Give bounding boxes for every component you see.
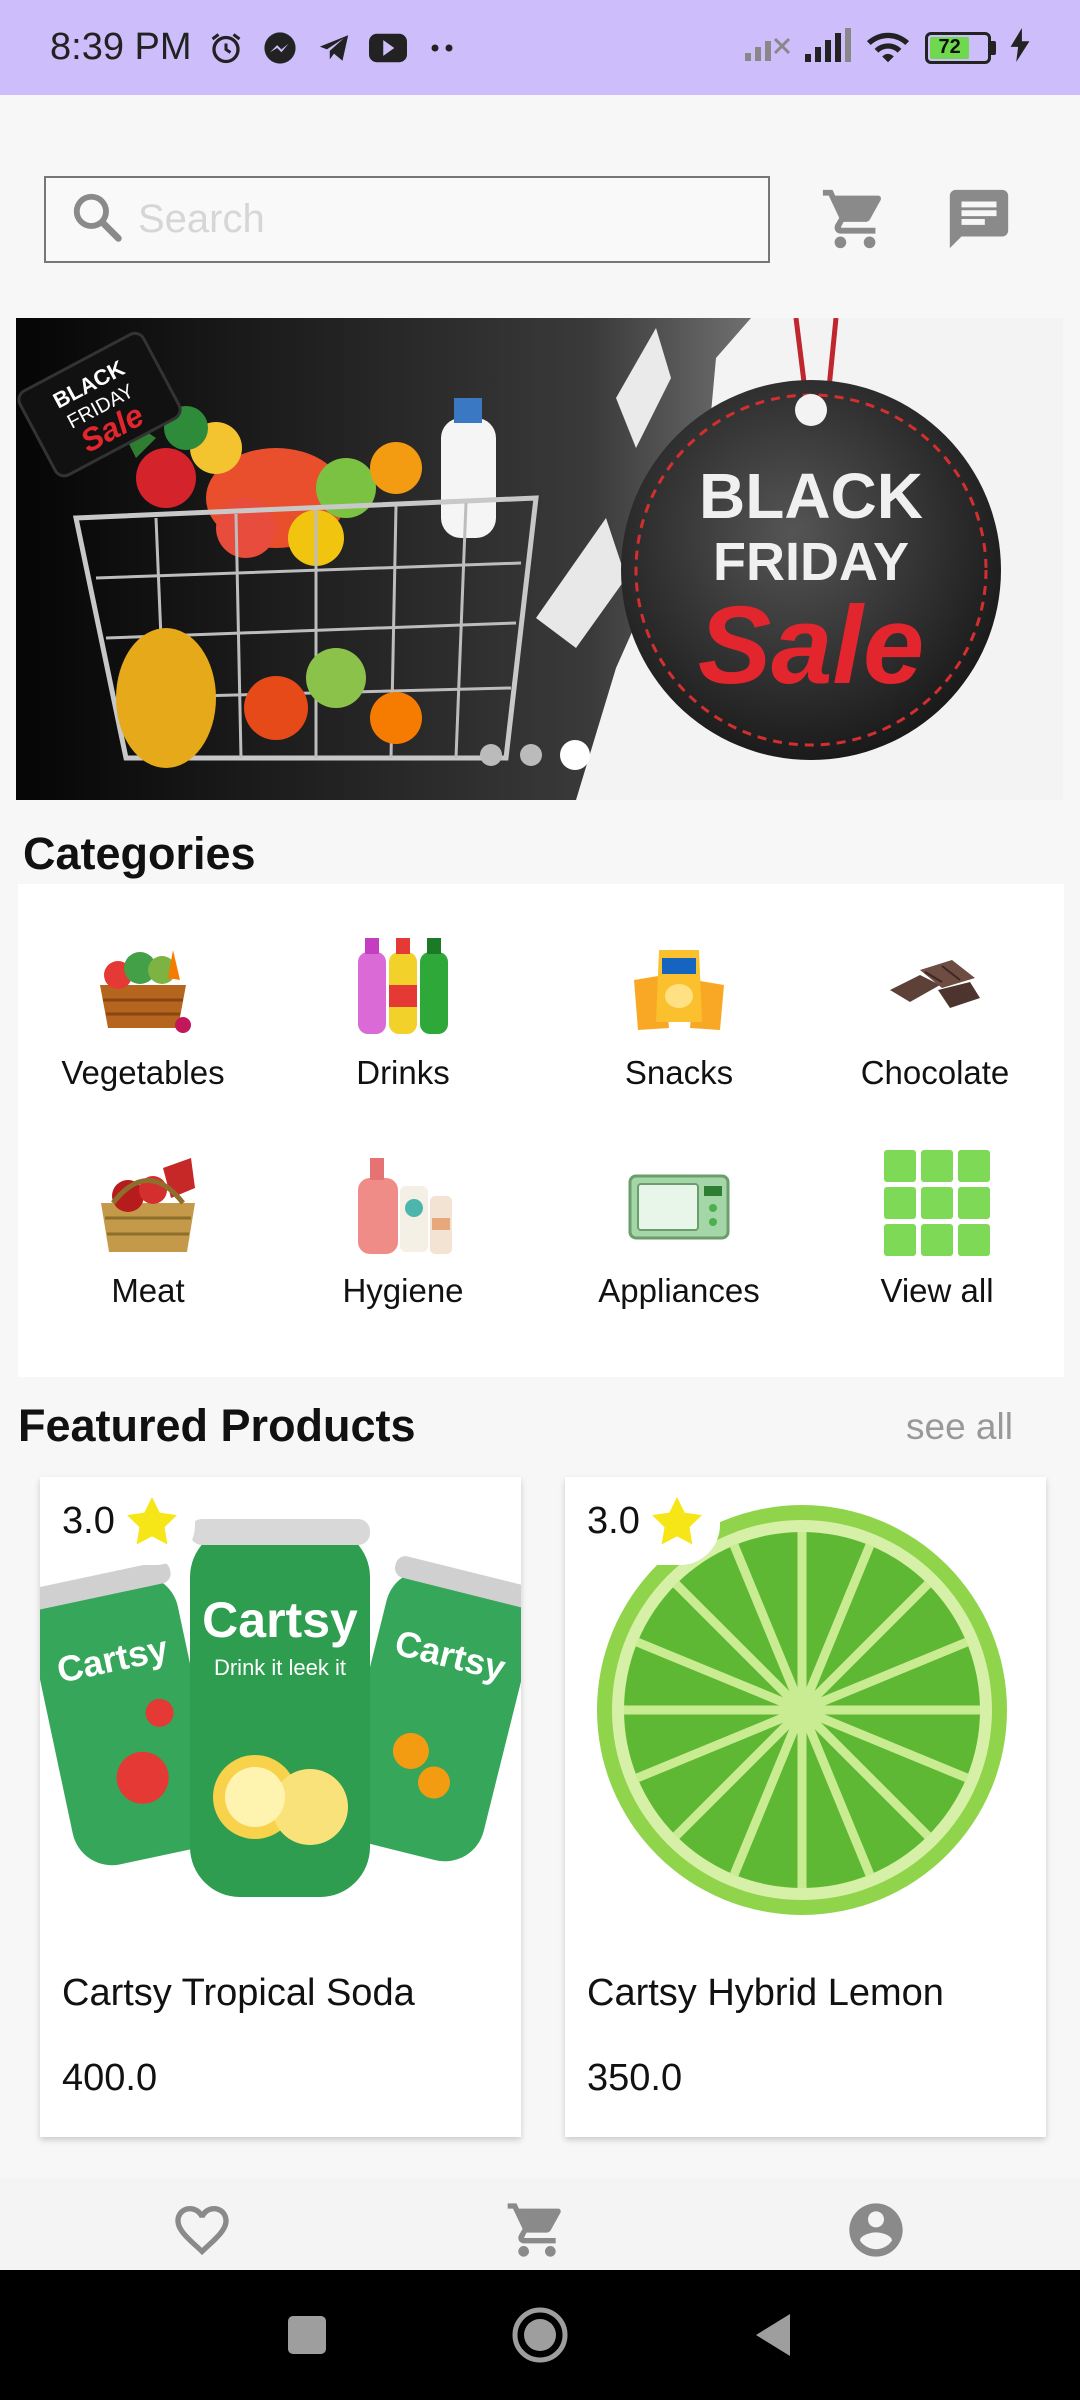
- signal-weak-icon: [745, 29, 791, 66]
- recents-button[interactable]: [272, 2300, 342, 2370]
- svg-text:Drink it leek it: Drink it leek it: [214, 1655, 346, 1680]
- star-icon: [126, 1497, 177, 1545]
- category-chocolate[interactable]: Chocolate: [815, 930, 1055, 1092]
- svg-text:Sale: Sale: [698, 584, 924, 707]
- status-bar: 8:39 PM 72: [0, 0, 1080, 95]
- drink-bottles-icon: [358, 938, 448, 1034]
- meat-basket-icon: [101, 1158, 195, 1252]
- banner-dot-active[interactable]: [560, 740, 590, 770]
- circle-icon: [512, 2307, 568, 2363]
- search-input[interactable]: [138, 197, 698, 242]
- message-icon: [949, 189, 1009, 249]
- nav-favorites[interactable]: [170, 2198, 234, 2262]
- account-icon: [849, 2203, 903, 2257]
- nav-profile[interactable]: [844, 2198, 908, 2262]
- rating-value: 3.0: [62, 1499, 115, 1542]
- see-all-link[interactable]: see all: [906, 1406, 1013, 1448]
- wifi-icon: [865, 27, 911, 68]
- categories-title: Categories: [23, 828, 256, 879]
- star-icon: [651, 1497, 702, 1545]
- signal-icon: [805, 28, 851, 67]
- category-appliances[interactable]: Appliances: [559, 1148, 799, 1310]
- cart-button[interactable]: [820, 184, 890, 254]
- search-bar[interactable]: [44, 176, 770, 263]
- product-name: Cartsy Tropical Soda: [62, 1972, 415, 2014]
- category-label: Snacks: [624, 1054, 734, 1091]
- youtube-icon: [368, 28, 408, 68]
- battery-level: 72: [930, 36, 970, 59]
- category-label: Meat: [111, 1272, 185, 1309]
- product-price: 400.0: [62, 2057, 158, 2099]
- triangle-back-icon: [756, 2314, 790, 2356]
- svg-text:Cartsy: Cartsy: [202, 1592, 358, 1648]
- chocolate-icon: [890, 960, 980, 1008]
- category-snacks[interactable]: Snacks: [559, 930, 799, 1092]
- chips-bags-icon: [634, 950, 724, 1030]
- alarm-icon: [206, 28, 246, 68]
- banner-page-indicator: [480, 740, 590, 770]
- category-label: Appliances: [598, 1272, 760, 1309]
- back-button[interactable]: [738, 2300, 808, 2370]
- svg-text:FRIDAY: FRIDAY: [713, 532, 909, 592]
- promo-banner[interactable]: BLACK FRIDAY Sale BLACK FRIDAY Sale: [16, 318, 1063, 800]
- category-hygiene[interactable]: Hygiene: [283, 1148, 523, 1310]
- product-card[interactable]: 3.0 Cartsy Hybrid Lemon 350.0: [565, 1477, 1046, 2137]
- nav-cart[interactable]: [505, 2198, 569, 2262]
- product-name: Cartsy Hybrid Lemon: [587, 1972, 944, 2014]
- featured-products-title: Featured Products: [18, 1400, 416, 1451]
- telegram-icon: [314, 28, 354, 68]
- category-drinks[interactable]: Drinks: [283, 930, 523, 1092]
- hygiene-products-icon: [358, 1158, 452, 1254]
- cart-icon: [507, 2203, 561, 2257]
- messages-button[interactable]: [944, 184, 1014, 254]
- category-label: Vegetables: [61, 1054, 225, 1091]
- search-icon: [70, 190, 124, 249]
- product-price: 350.0: [587, 2057, 683, 2099]
- category-vegetables[interactable]: Vegetables: [23, 930, 263, 1092]
- charging-icon: [1010, 28, 1030, 67]
- square-icon: [288, 2316, 326, 2354]
- vegetable-basket-icon: [100, 950, 191, 1033]
- category-view-all[interactable]: View all: [817, 1148, 1057, 1310]
- status-time: 8:39 PM: [50, 26, 192, 68]
- banner-dot[interactable]: [480, 744, 502, 766]
- category-label: Chocolate: [860, 1054, 1010, 1091]
- messenger-icon: [260, 28, 300, 68]
- home-button[interactable]: [505, 2300, 575, 2370]
- heart-icon: [175, 2206, 229, 2256]
- microwave-icon: [628, 1174, 730, 1240]
- battery-indicator: 72: [925, 31, 996, 64]
- rating-badge: 3.0: [40, 1477, 195, 1565]
- cart-icon: [822, 189, 881, 249]
- grid-icon: [884, 1150, 990, 1256]
- product-card[interactable]: 3.0 Cartsy Cartsy Cartsy Drink it leek i…: [40, 1477, 521, 2137]
- black-friday-banner-image: BLACK FRIDAY Sale BLACK FRIDAY Sale: [16, 318, 1063, 800]
- rating-value: 3.0: [587, 1499, 640, 1542]
- category-meat[interactable]: Meat: [28, 1148, 268, 1310]
- category-label: View all: [880, 1272, 994, 1309]
- svg-text:BLACK: BLACK: [699, 460, 923, 532]
- banner-dot[interactable]: [520, 744, 542, 766]
- category-label: Drinks: [356, 1054, 450, 1091]
- rating-badge: 3.0: [565, 1477, 720, 1565]
- category-label: Hygiene: [342, 1272, 464, 1309]
- more-notifications-icon: [422, 28, 462, 68]
